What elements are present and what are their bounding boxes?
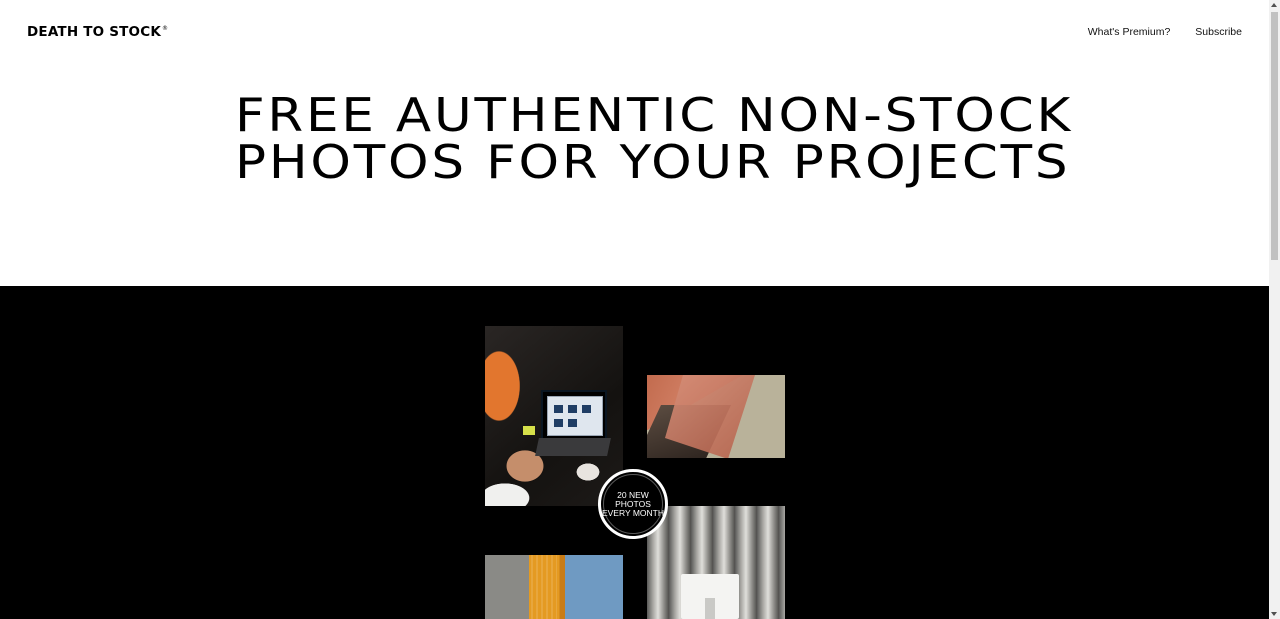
photo-gallery-section: 20 NEW PHOTOS EVERY MONTH (0, 286, 1269, 619)
logo-link[interactable]: DEATH TO STOCK® (27, 24, 168, 40)
page: DEATH TO STOCK® What's Premium? Subscrib… (0, 0, 1280, 619)
photo-wood-grain (531, 555, 557, 619)
photo-people-laptop[interactable] (485, 326, 623, 506)
photo-curtains-computer[interactable] (647, 506, 785, 619)
laptop-keyboard (535, 438, 611, 456)
vertical-scrollbar[interactable] (1269, 0, 1280, 619)
registered-mark: ® (162, 25, 169, 32)
photo-monitor-stand (705, 598, 715, 619)
logo-text: DEATH TO STOCK (27, 24, 161, 40)
nav-link-whats-premium[interactable]: What's Premium? (1088, 26, 1171, 38)
laptop-screen (547, 396, 603, 436)
scroll-up-arrow-icon[interactable] (1271, 3, 1277, 7)
scroll-down-arrow-icon[interactable] (1271, 612, 1277, 616)
sticky-note (523, 426, 535, 435)
badge-text: 20 NEW PHOTOS EVERY MONTH (601, 489, 665, 518)
new-photos-badge: 20 NEW PHOTOS EVERY MONTH (598, 469, 668, 539)
photo-orange-blue[interactable] (485, 555, 623, 619)
hero-title: FREE AUTHENTIC NON-STOCK PHOTOS FOR YOUR… (235, 88, 1074, 189)
nav-link-subscribe[interactable]: Subscribe (1195, 26, 1242, 38)
photo-paper-texture[interactable] (647, 375, 785, 458)
scrollbar-thumb[interactable] (1271, 12, 1278, 260)
header-nav: What's Premium? Subscribe (1088, 26, 1242, 38)
